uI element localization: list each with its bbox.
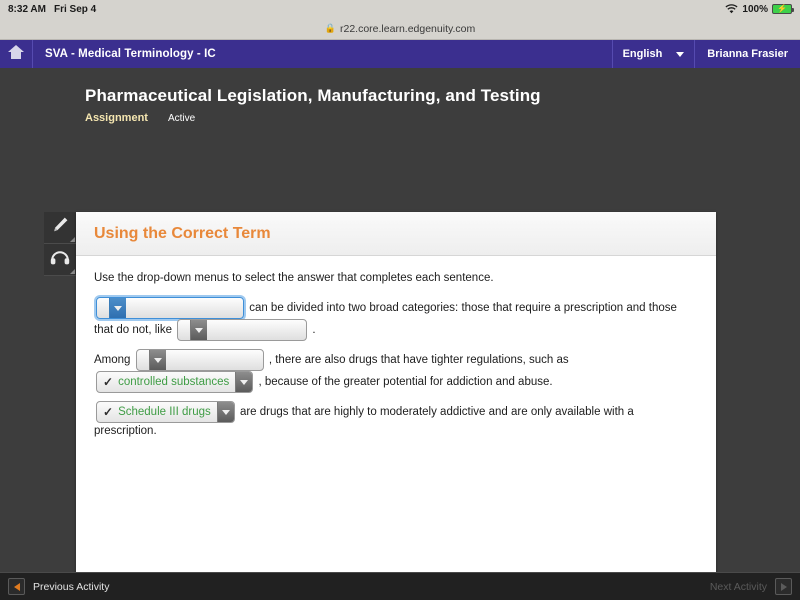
next-activity-label: Next Activity (710, 581, 767, 593)
dropdown-4[interactable]: ✓ controlled substances (96, 371, 253, 393)
nav-spacer (228, 40, 612, 68)
lesson-type-label: Assignment (85, 112, 148, 124)
lock-icon: 🔒 (325, 23, 336, 34)
answer-check-icon: ✓ (103, 406, 113, 418)
next-activity-button[interactable]: Next Activity (710, 578, 792, 595)
battery-percent: 100% (742, 4, 768, 15)
chevron-down-icon (676, 52, 684, 57)
page-title: Pharmaceutical Legislation, Manufacturin… (85, 86, 800, 106)
sentence-text: , there are also drugs that have tighter… (266, 354, 569, 366)
chevron-down-icon (109, 298, 126, 318)
instructions-text: Use the drop-down menus to select the an… (86, 270, 698, 287)
activity-header: Using the Correct Term (76, 212, 716, 256)
chevron-down-icon (217, 402, 234, 422)
audio-tool[interactable] (44, 244, 76, 276)
chevron-down-icon (190, 320, 207, 340)
sentence-list: can be divided into two broad categories… (86, 297, 698, 440)
dropdown-2[interactable] (177, 319, 307, 341)
home-button[interactable] (0, 40, 33, 68)
course-title: SVA - Medical Terminology - IC (33, 40, 228, 68)
activity-body: Use the drop-down menus to select the an… (76, 256, 716, 572)
language-label: English (623, 48, 663, 60)
sentence-text: , because of the greater potential for a… (255, 376, 552, 388)
tool-rail (44, 212, 76, 276)
sentence-text: . (309, 324, 315, 336)
sentence-text: Among (94, 354, 134, 366)
browser-address-bar[interactable]: 🔒 r22.core.learn.edgenuity.com (0, 18, 800, 40)
home-icon (8, 45, 24, 64)
lesson-header: Pharmaceutical Legislation, Manufacturin… (0, 68, 800, 124)
status-date: Fri Sep 4 (54, 4, 96, 15)
dropdown-1[interactable] (96, 297, 244, 319)
chevron-down-icon (149, 350, 166, 370)
top-navigation-bar: SVA - Medical Terminology - IC English B… (0, 40, 800, 68)
sentence-3: ✓Schedule III drugs are drugs that are h… (86, 401, 698, 440)
dropdown-5[interactable]: ✓ Schedule III drugs (96, 401, 235, 423)
pencil-icon (51, 216, 69, 239)
battery-charging-icon: ⚡ (772, 4, 792, 14)
user-name: Brianna Frasier (707, 48, 788, 60)
page-container: Pharmaceutical Legislation, Manufacturin… (0, 68, 800, 600)
chevron-down-icon (235, 372, 252, 392)
ios-status-bar: 8:32 AM Fri Sep 4 100% ⚡ (0, 0, 800, 18)
lesson-status-label: Active (168, 113, 195, 124)
address-bar-url: r22.core.learn.edgenuity.com (340, 23, 475, 35)
activity-navigation-bar: Previous Activity Next Activity (0, 572, 800, 600)
dropdown-3[interactable] (136, 349, 264, 371)
lesson-meta: Assignment Active (85, 112, 800, 124)
status-time: 8:32 AM (8, 4, 46, 15)
language-selector[interactable]: English (612, 40, 696, 68)
wifi-icon (725, 4, 738, 14)
activity-heading: Using the Correct Term (94, 225, 271, 243)
activity-card: Using the Correct Term Use the drop-down… (76, 212, 716, 600)
previous-activity-label: Previous Activity (33, 581, 109, 593)
dropdown-5-value: Schedule III drugs (118, 404, 211, 421)
headphones-icon (50, 249, 70, 270)
previous-activity-button[interactable]: Previous Activity (8, 578, 109, 595)
answer-check-icon: ✓ (103, 376, 113, 388)
arrow-left-icon (8, 578, 25, 595)
arrow-right-icon (775, 578, 792, 595)
sentence-2: Among , there are also drugs that have t… (86, 349, 698, 393)
sentence-1: can be divided into two broad categories… (86, 297, 698, 341)
dropdown-4-value: controlled substances (118, 374, 229, 391)
highlighter-tool[interactable] (44, 212, 76, 244)
user-menu[interactable]: Brianna Frasier (695, 40, 800, 68)
